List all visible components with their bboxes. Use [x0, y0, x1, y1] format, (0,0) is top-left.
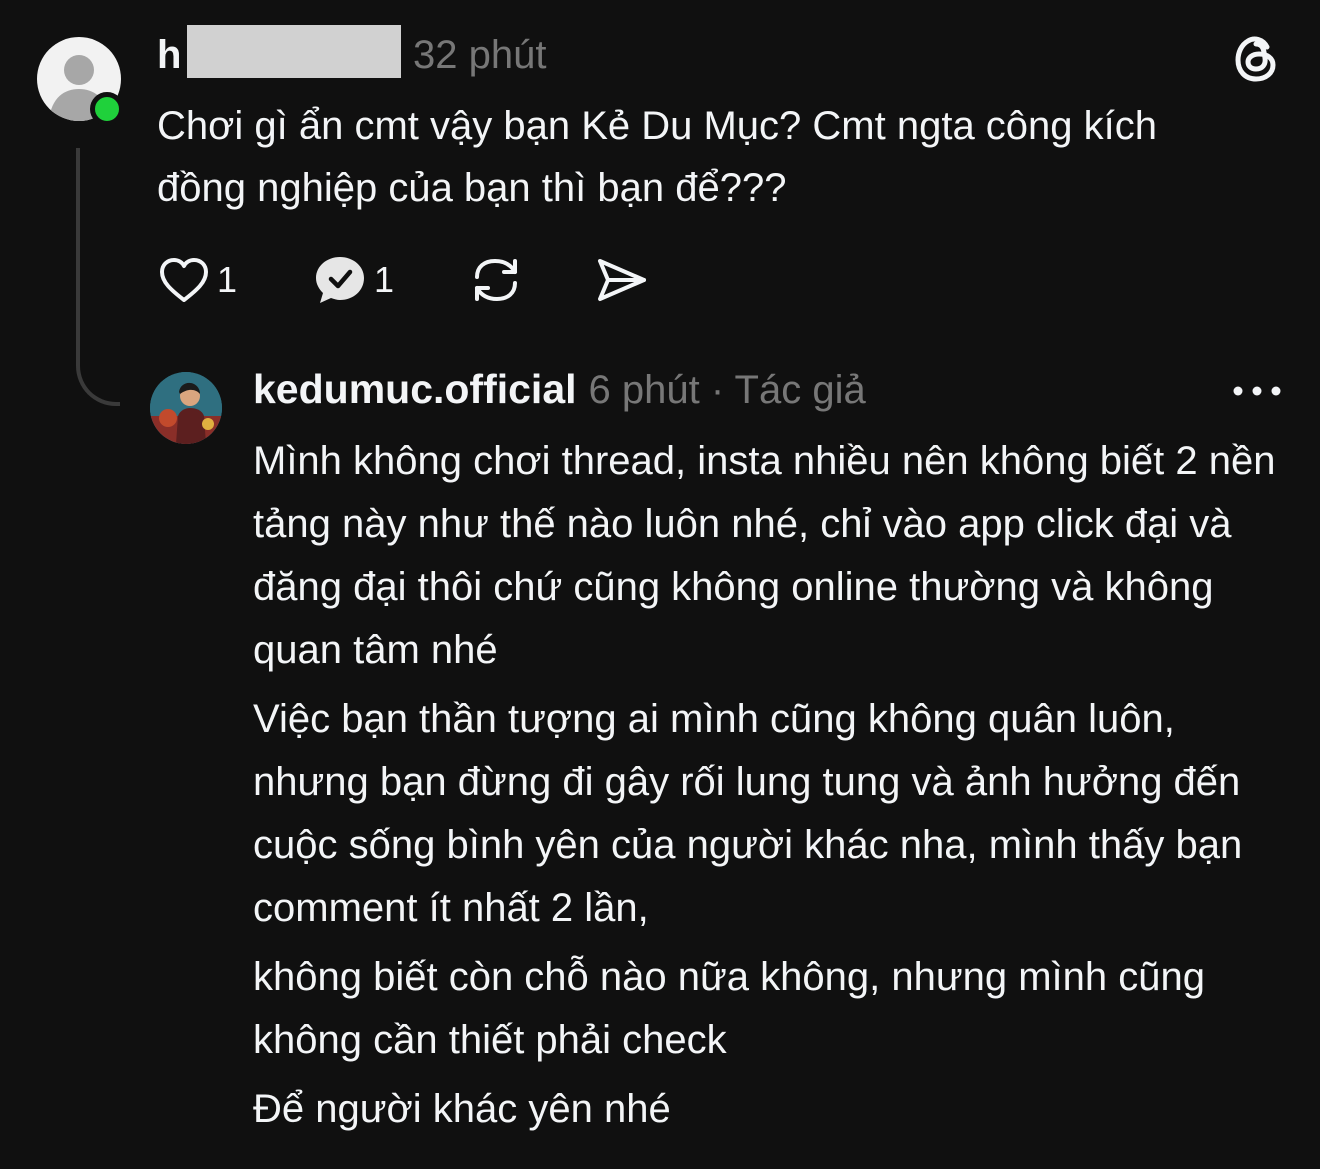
post-time: 32 phút — [413, 33, 547, 77]
reply-paragraph: Mình không chơi thread, insta nhiều nên … — [253, 439, 1276, 672]
reply-text: Mình không chơi thread, insta nhiều nên … — [253, 430, 1293, 1147]
like-count: 1 — [217, 259, 238, 300]
profile-photo-icon — [150, 372, 222, 444]
more-dots-icon — [1233, 386, 1281, 396]
reply-button[interactable]: 1 — [312, 252, 394, 308]
reply-count: 1 — [374, 259, 395, 300]
reply-meta: 6 phút · Tác giả — [588, 368, 866, 412]
share-button[interactable] — [594, 252, 650, 308]
more-options-button[interactable] — [1230, 380, 1284, 402]
post-username[interactable]: h — [157, 30, 181, 80]
repost-button[interactable] — [468, 252, 524, 308]
repost-icon — [475, 258, 517, 302]
reply-bubble-icon — [316, 257, 364, 303]
reply-avatar[interactable] — [150, 372, 222, 444]
redacted-username-block — [187, 25, 401, 78]
heart-icon — [160, 258, 208, 302]
post-text: Chơi gì ẩn cmt vậy bạn Kẻ Du Mục? Cmt ng… — [157, 104, 1158, 210]
reply-paragraph: không biết còn chỗ nào nữa không, nhưng … — [253, 955, 1206, 1062]
reply-paragraph: Việc bạn thần tượng ai mình cũng không q… — [253, 697, 1243, 930]
online-status-dot — [90, 92, 124, 126]
reply-header: kedumuc.official 6 phút · Tác giả — [253, 366, 866, 418]
threads-logo-icon[interactable] — [1228, 30, 1284, 86]
share-icon — [598, 259, 646, 301]
thread-connector-line — [76, 148, 120, 406]
like-button[interactable]: 1 — [157, 252, 237, 308]
reply-paragraph: Để người khác yên nhé — [253, 1087, 671, 1131]
reply-username[interactable]: kedumuc.official — [253, 366, 577, 413]
